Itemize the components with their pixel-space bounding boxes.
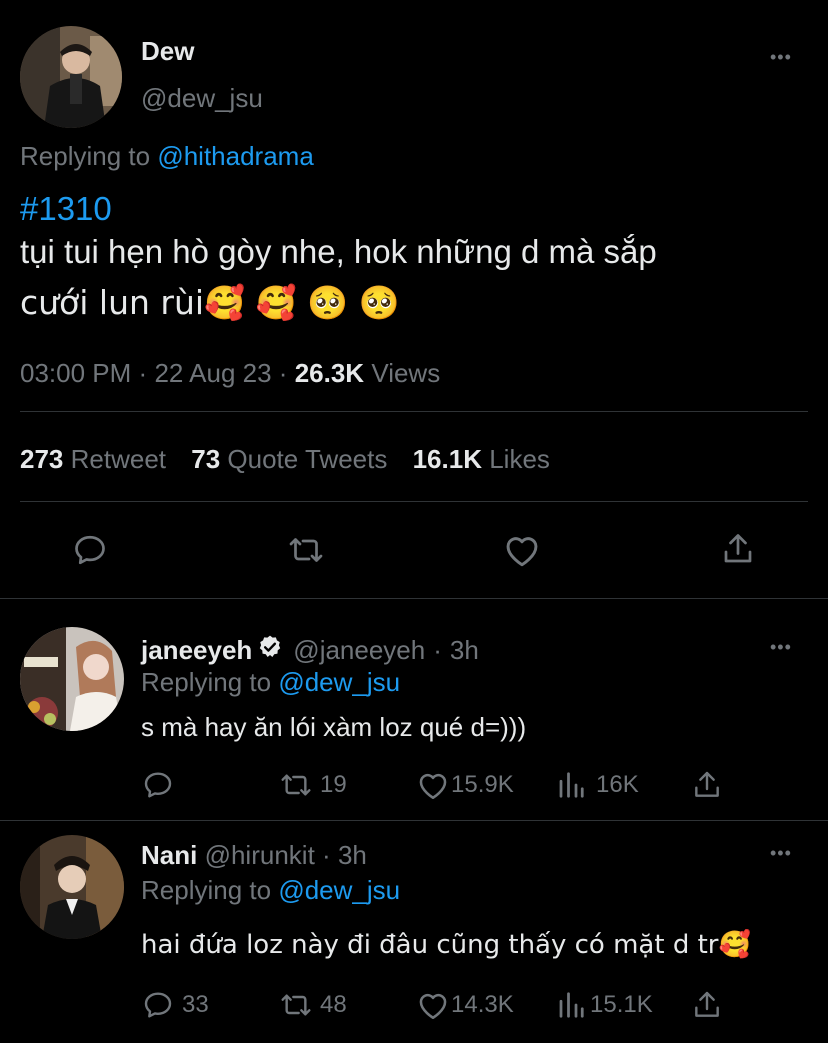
divider bbox=[20, 411, 808, 412]
share-icon[interactable] bbox=[718, 528, 758, 570]
replying-handle-link[interactable]: @hithadrama bbox=[157, 141, 313, 171]
reply-time[interactable]: 3h bbox=[338, 840, 367, 870]
reply-icon[interactable] bbox=[140, 987, 176, 1023]
reply-time[interactable]: 3h bbox=[450, 635, 479, 666]
like-count: 14.3K bbox=[451, 991, 514, 1018]
view-count: 15.1K bbox=[590, 991, 653, 1018]
share-icon[interactable] bbox=[690, 766, 724, 804]
avatar[interactable] bbox=[20, 627, 124, 731]
display-name[interactable]: janeeyeh bbox=[141, 635, 252, 666]
tweet-text-line-2: cưới lun rùi🥰 🥰 🥺 🥺 bbox=[20, 283, 400, 322]
replying-to: Replying to @hithadrama bbox=[20, 141, 314, 172]
separator: · bbox=[433, 635, 442, 665]
likes-count: 16.1K bbox=[412, 444, 482, 474]
retweets-label: Retweet bbox=[70, 444, 167, 474]
avatar[interactable] bbox=[20, 26, 122, 128]
more-icon[interactable]: ••• bbox=[770, 48, 792, 66]
like-icon[interactable] bbox=[500, 530, 544, 570]
handle[interactable]: @janeeyeh bbox=[293, 635, 425, 666]
display-name[interactable]: Nani bbox=[141, 840, 197, 870]
tweet-text-line-1: tụi tui hẹn hò gòy nhe, hok những d mà s… bbox=[20, 233, 657, 270]
reply-count: 33 bbox=[182, 991, 209, 1018]
separator: · bbox=[278, 358, 288, 388]
retweet-count: 48 bbox=[320, 991, 347, 1018]
replying-to: Replying to @dew_jsu bbox=[141, 875, 400, 906]
replying-prefix: Replying to bbox=[141, 667, 279, 697]
divider bbox=[0, 820, 828, 821]
likes-label: Likes bbox=[489, 444, 550, 474]
quotes-label: Quote Tweets bbox=[227, 444, 388, 474]
tweet-meta: 03:00 PM · 22 Aug 23 · 26.3K Views bbox=[20, 358, 440, 389]
replying-handle-link[interactable]: @dew_jsu bbox=[278, 667, 400, 697]
quotes-count: 73 bbox=[191, 444, 221, 474]
separator: · bbox=[138, 358, 148, 388]
share-icon[interactable] bbox=[690, 986, 724, 1024]
hashtag-link[interactable]: #1310 bbox=[20, 190, 112, 228]
views-icon[interactable] bbox=[555, 987, 587, 1023]
retweet-icon[interactable] bbox=[276, 987, 316, 1023]
like-icon[interactable] bbox=[415, 987, 451, 1023]
likes-stat[interactable]: 16.1K Likes bbox=[413, 444, 550, 474]
reply-header: janeeyeh @janeeyeh · 3h bbox=[141, 634, 479, 667]
view-count: 16K bbox=[596, 771, 639, 798]
divider bbox=[20, 501, 808, 502]
handle[interactable]: @dew_jsu bbox=[141, 83, 263, 114]
handle[interactable]: @hirunkit bbox=[205, 840, 315, 870]
like-count: 15.9K bbox=[451, 771, 514, 798]
retweet-icon[interactable] bbox=[276, 767, 316, 803]
views-label: Views bbox=[371, 358, 441, 388]
reply-icon[interactable] bbox=[70, 530, 110, 570]
reply-text: s mà hay ăn lói xàm loz qué d=))) bbox=[141, 712, 527, 742]
reply-icon[interactable] bbox=[140, 767, 176, 803]
quotes-stat[interactable]: 73 Quote Tweets bbox=[191, 444, 394, 474]
retweets-stat[interactable]: 273 Retweet bbox=[20, 444, 173, 474]
verified-badge-icon bbox=[257, 634, 283, 667]
retweet-count: 19 bbox=[320, 771, 347, 798]
avatar[interactable] bbox=[20, 835, 124, 939]
separator: · bbox=[322, 840, 331, 870]
retweets-count: 273 bbox=[20, 444, 64, 474]
more-icon[interactable]: ••• bbox=[770, 844, 792, 862]
divider bbox=[0, 598, 828, 599]
display-name[interactable]: Dew bbox=[141, 36, 194, 67]
replying-to: Replying to @dew_jsu bbox=[141, 667, 400, 698]
retweet-icon[interactable] bbox=[283, 530, 329, 570]
reply-header: Nani @hirunkit · 3h bbox=[141, 840, 367, 871]
views-icon[interactable] bbox=[555, 767, 587, 803]
like-icon[interactable] bbox=[415, 767, 451, 803]
more-icon[interactable]: ••• bbox=[770, 638, 792, 656]
replying-prefix: Replying to bbox=[141, 875, 279, 905]
tweet-date[interactable]: 22 Aug 23 bbox=[154, 358, 271, 388]
tweet-time[interactable]: 03:00 PM bbox=[20, 358, 131, 388]
replying-prefix: Replying to bbox=[20, 141, 158, 171]
reply-text: hai đứa loz này đi đâu cũng thấy có mặt … bbox=[141, 930, 751, 960]
engagement-stats: 273 Retweet 73 Quote Tweets 16.1K Likes bbox=[20, 444, 550, 475]
views-count: 26.3K bbox=[294, 358, 365, 388]
replying-handle-link[interactable]: @dew_jsu bbox=[278, 875, 400, 905]
